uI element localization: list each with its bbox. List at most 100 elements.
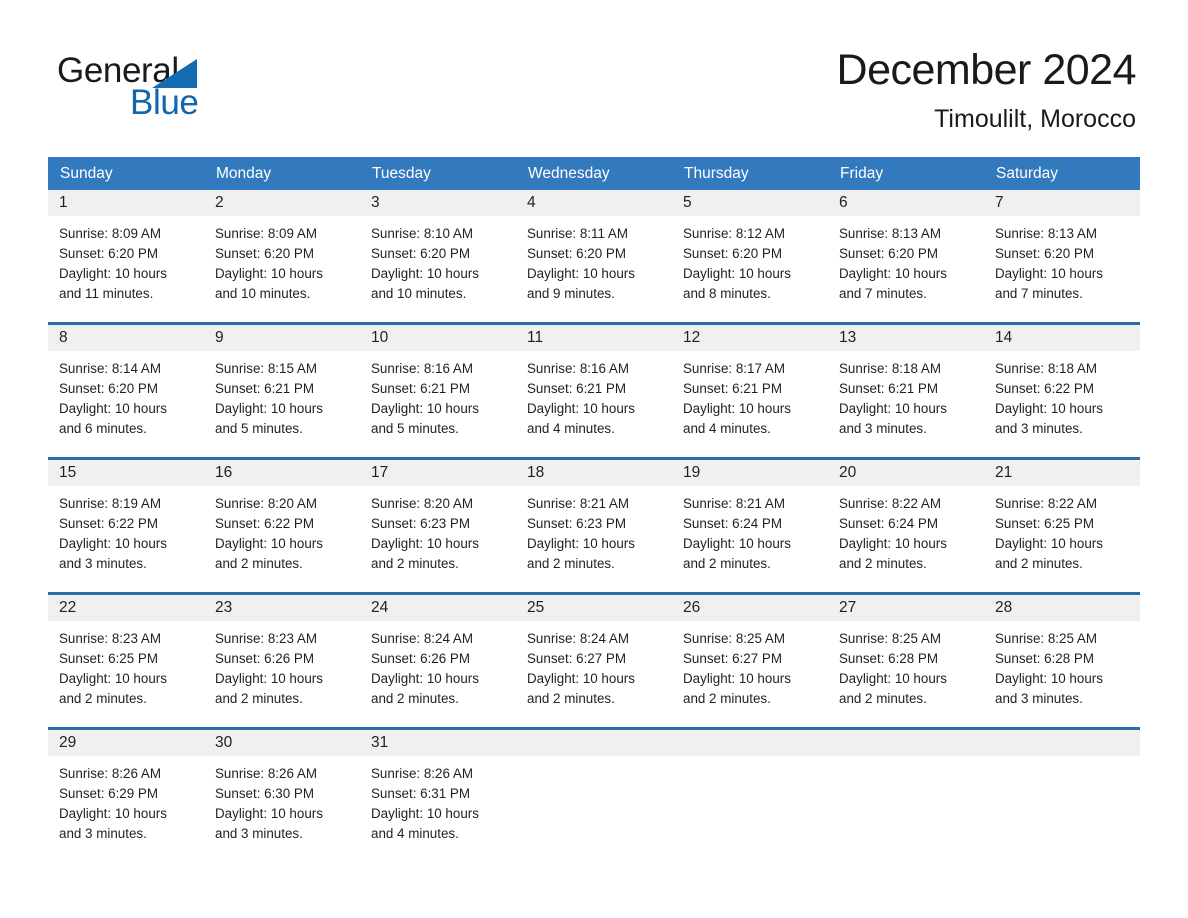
- calendar-week-row: 22 Sunrise: 8:23 AM Sunset: 6:25 PM Dayligh…: [48, 592, 1140, 717]
- calendar-day-cell[interactable]: 11 Sunrise: 8:16 AM Sunset: 6:21 PM Dayligh…: [516, 325, 672, 447]
- daylight-text-line1: Daylight: 10 hours: [371, 806, 479, 821]
- sunset-text: Sunset: 6:20 PM: [839, 246, 938, 261]
- day-number-band: 9: [204, 325, 360, 351]
- daylight-text-line2: and 4 minutes.: [527, 421, 615, 436]
- daylight-text-line1: Daylight: 10 hours: [527, 266, 635, 281]
- day-number-band: 30: [204, 730, 360, 756]
- sunrise-text: Sunrise: 8:09 AM: [59, 226, 161, 241]
- calendar-day-cell[interactable]: 12 Sunrise: 8:17 AM Sunset: 6:21 PM Dayligh…: [672, 325, 828, 447]
- calendar-day-cell[interactable]: 19 Sunrise: 8:21 AM Sunset: 6:24 PM Dayligh…: [672, 460, 828, 582]
- day-number: 12: [683, 329, 701, 346]
- calendar-day-cell[interactable]: 10 Sunrise: 8:16 AM Sunset: 6:21 PM Dayligh…: [360, 325, 516, 447]
- calendar-day-cell[interactable]: 1 Sunrise: 8:09 AM Sunset: 6:20 PM Daylight…: [48, 190, 204, 312]
- sunset-text: Sunset: 6:27 PM: [683, 651, 782, 666]
- sunrise-text: Sunrise: 8:16 AM: [527, 361, 629, 376]
- daylight-text-line2: and 2 minutes.: [527, 556, 615, 571]
- sunset-text: Sunset: 6:24 PM: [683, 516, 782, 531]
- calendar-week-row: 29 Sunrise: 8:26 AM Sunset: 6:29 PM Dayligh…: [48, 727, 1140, 852]
- sunset-text: Sunset: 6:21 PM: [527, 381, 626, 396]
- day-number-band: 27: [828, 595, 984, 621]
- daylight-text-line2: and 2 minutes.: [371, 556, 459, 571]
- daylight-text-line2: and 3 minutes.: [995, 691, 1083, 706]
- daylight-text-line1: Daylight: 10 hours: [839, 401, 947, 416]
- calendar-day-cell[interactable]: 2 Sunrise: 8:09 AM Sunset: 6:20 PM Daylight…: [204, 190, 360, 312]
- sunset-text: Sunset: 6:28 PM: [995, 651, 1094, 666]
- day-details: Sunrise: 8:23 AM Sunset: 6:26 PM Daylight:…: [204, 621, 360, 709]
- day-number: 22: [59, 599, 77, 616]
- day-number-band: 22: [48, 595, 204, 621]
- sunrise-text: Sunrise: 8:26 AM: [59, 766, 161, 781]
- calendar-day-cell[interactable]: 17 Sunrise: 8:20 AM Sunset: 6:23 PM Dayligh…: [360, 460, 516, 582]
- day-number-band: 14: [984, 325, 1140, 351]
- day-number-band: 24: [360, 595, 516, 621]
- day-number-band: 4: [516, 190, 672, 216]
- weekday-thursday: Thursday: [684, 165, 749, 182]
- sunrise-text: Sunrise: 8:19 AM: [59, 496, 161, 511]
- calendar-day-cell[interactable]: 29 Sunrise: 8:26 AM Sunset: 6:29 PM Dayligh…: [48, 730, 204, 852]
- day-number: 18: [527, 464, 545, 481]
- logo-text-blue: Blue: [130, 83, 199, 122]
- calendar-day-cell[interactable]: 26 Sunrise: 8:25 AM Sunset: 6:27 PM Dayligh…: [672, 595, 828, 717]
- calendar-day-cell[interactable]: 30 Sunrise: 8:26 AM Sunset: 6:30 PM Dayligh…: [204, 730, 360, 852]
- day-details: Sunrise: 8:20 AM Sunset: 6:22 PM Daylight:…: [204, 486, 360, 574]
- calendar-day-cell[interactable]: 31 Sunrise: 8:26 AM Sunset: 6:31 PM Dayligh…: [360, 730, 516, 852]
- sunrise-text: Sunrise: 8:18 AM: [839, 361, 941, 376]
- weekday-sunday: Sunday: [60, 165, 113, 182]
- calendar-day-cell[interactable]: 6 Sunrise: 8:13 AM Sunset: 6:20 PM Daylight…: [828, 190, 984, 312]
- calendar-day-cell[interactable]: 20 Sunrise: 8:22 AM Sunset: 6:24 PM Dayligh…: [828, 460, 984, 582]
- calendar-day-cell[interactable]: 24 Sunrise: 8:24 AM Sunset: 6:26 PM Dayligh…: [360, 595, 516, 717]
- calendar-day-cell[interactable]: 3 Sunrise: 8:10 AM Sunset: 6:20 PM Daylight…: [360, 190, 516, 312]
- day-details: Sunrise: 8:13 AM Sunset: 6:20 PM Daylight:…: [828, 216, 984, 304]
- calendar-day-cell[interactable]: 23 Sunrise: 8:23 AM Sunset: 6:26 PM Dayligh…: [204, 595, 360, 717]
- day-details: Sunrise: 8:22 AM Sunset: 6:24 PM Daylight:…: [828, 486, 984, 574]
- sunrise-text: Sunrise: 8:22 AM: [995, 496, 1097, 511]
- weekday-tuesday: Tuesday: [372, 165, 431, 182]
- daylight-text-line2: and 5 minutes.: [215, 421, 303, 436]
- sunrise-text: Sunrise: 8:09 AM: [215, 226, 317, 241]
- calendar-day-cell[interactable]: 22 Sunrise: 8:23 AM Sunset: 6:25 PM Dayligh…: [48, 595, 204, 717]
- calendar-day-cell[interactable]: 18 Sunrise: 8:21 AM Sunset: 6:23 PM Dayligh…: [516, 460, 672, 582]
- sunrise-text: Sunrise: 8:25 AM: [995, 631, 1097, 646]
- day-details: Sunrise: 8:18 AM Sunset: 6:21 PM Daylight:…: [828, 351, 984, 439]
- calendar-day-cell[interactable]: 27 Sunrise: 8:25 AM Sunset: 6:28 PM Dayligh…: [828, 595, 984, 717]
- day-number-band: 8: [48, 325, 204, 351]
- daylight-text-line1: Daylight: 10 hours: [371, 266, 479, 281]
- daylight-text-line1: Daylight: 10 hours: [995, 266, 1103, 281]
- day-number-band: [828, 730, 984, 756]
- general-blue-logo[interactable]: General Blue: [57, 52, 287, 124]
- sunset-text: Sunset: 6:30 PM: [215, 786, 314, 801]
- daylight-text-line1: Daylight: 10 hours: [839, 266, 947, 281]
- sunrise-text: Sunrise: 8:22 AM: [839, 496, 941, 511]
- calendar-day-cell[interactable]: 4 Sunrise: 8:11 AM Sunset: 6:20 PM Daylight…: [516, 190, 672, 312]
- calendar-day-cell[interactable]: 15 Sunrise: 8:19 AM Sunset: 6:22 PM Dayligh…: [48, 460, 204, 582]
- day-number-band: 5: [672, 190, 828, 216]
- day-number-band: [984, 730, 1140, 756]
- calendar-day-cell[interactable]: 21 Sunrise: 8:22 AM Sunset: 6:25 PM Dayligh…: [984, 460, 1140, 582]
- calendar-day-cell[interactable]: 13 Sunrise: 8:18 AM Sunset: 6:21 PM Dayligh…: [828, 325, 984, 447]
- day-details: Sunrise: 8:26 AM Sunset: 6:30 PM Daylight:…: [204, 756, 360, 844]
- calendar-day-cell[interactable]: 8 Sunrise: 8:14 AM Sunset: 6:20 PM Daylight…: [48, 325, 204, 447]
- sunrise-text: Sunrise: 8:20 AM: [215, 496, 317, 511]
- calendar-day-cell[interactable]: 7 Sunrise: 8:13 AM Sunset: 6:20 PM Daylight…: [984, 190, 1140, 312]
- calendar-page: General Blue December 2024 Timoulilt, Mo…: [0, 0, 1188, 918]
- day-details: Sunrise: 8:09 AM Sunset: 6:20 PM Daylight:…: [48, 216, 204, 304]
- calendar-day-cell[interactable]: 5 Sunrise: 8:12 AM Sunset: 6:20 PM Daylight…: [672, 190, 828, 312]
- day-details: Sunrise: 8:17 AM Sunset: 6:21 PM Daylight:…: [672, 351, 828, 439]
- calendar-day-cell[interactable]: 28 Sunrise: 8:25 AM Sunset: 6:28 PM Dayligh…: [984, 595, 1140, 717]
- day-number: 20: [839, 464, 857, 481]
- calendar-day-cell[interactable]: 9 Sunrise: 8:15 AM Sunset: 6:21 PM Daylight…: [204, 325, 360, 447]
- daylight-text-line2: and 2 minutes.: [59, 691, 147, 706]
- sunrise-text: Sunrise: 8:23 AM: [215, 631, 317, 646]
- day-number: 6: [839, 194, 848, 211]
- day-number: 3: [371, 194, 380, 211]
- calendar-day-cell[interactable]: 14 Sunrise: 8:18 AM Sunset: 6:22 PM Dayligh…: [984, 325, 1140, 447]
- day-details: Sunrise: 8:23 AM Sunset: 6:25 PM Daylight:…: [48, 621, 204, 709]
- sunrise-text: Sunrise: 8:14 AM: [59, 361, 161, 376]
- sunrise-text: Sunrise: 8:15 AM: [215, 361, 317, 376]
- calendar-week-row: 8 Sunrise: 8:14 AM Sunset: 6:20 PM Daylight…: [48, 322, 1140, 447]
- sunrise-text: Sunrise: 8:11 AM: [527, 226, 628, 241]
- sunset-text: Sunset: 6:21 PM: [683, 381, 782, 396]
- calendar-day-cell[interactable]: 25 Sunrise: 8:24 AM Sunset: 6:27 PM Dayligh…: [516, 595, 672, 717]
- sunset-text: Sunset: 6:29 PM: [59, 786, 158, 801]
- calendar-day-cell[interactable]: 16 Sunrise: 8:20 AM Sunset: 6:22 PM Dayligh…: [204, 460, 360, 582]
